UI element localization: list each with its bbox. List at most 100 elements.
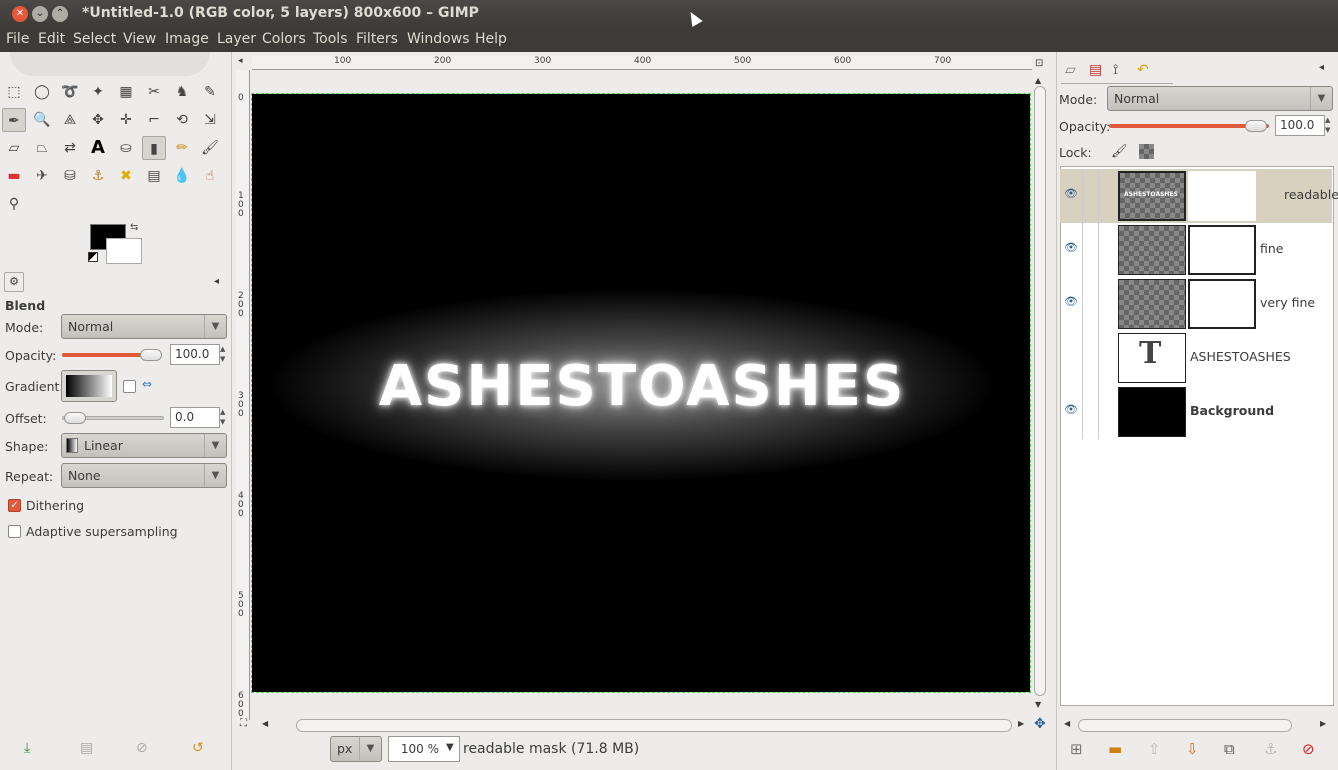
duplicate-layer-icon[interactable]: ⧉ xyxy=(1224,740,1235,758)
bucket-fill-icon[interactable]: ⛀ xyxy=(114,136,138,160)
new-layer-group-icon[interactable]: ▬ xyxy=(1108,740,1122,758)
zoom-icon[interactable]: 🔍 xyxy=(30,108,54,132)
layer-mode-combo[interactable]: Normal ▼ xyxy=(1107,86,1333,111)
scroll-right-icon[interactable]: ▶ xyxy=(1320,719,1326,728)
heal-icon[interactable]: ✖ xyxy=(114,164,138,188)
blur-icon[interactable]: 💧 xyxy=(170,164,194,188)
menu-windows[interactable]: Windows xyxy=(407,31,470,47)
offset-input[interactable]: 0.0 xyxy=(170,407,220,428)
reset-options-icon[interactable]: ↺ xyxy=(192,740,204,756)
lower-layer-icon[interactable]: ⇩ xyxy=(1186,740,1199,758)
layer-opacity-slider-handle[interactable] xyxy=(1245,120,1267,132)
scissors-icon[interactable]: ✂ xyxy=(142,80,166,104)
repeat-combo[interactable]: None ▼ xyxy=(61,463,227,488)
scale-icon[interactable]: ⇲ xyxy=(198,108,222,132)
mode-combo[interactable]: Normal ▼ xyxy=(61,314,227,339)
blend-icon[interactable]: ▮ xyxy=(142,136,166,160)
background-color-swatch[interactable] xyxy=(106,238,142,264)
minimize-window-button[interactable]: ⌄ xyxy=(32,6,48,22)
text-tool-icon[interactable]: A xyxy=(86,136,110,160)
scroll-left-icon[interactable]: ◀ xyxy=(1064,719,1070,728)
visibility-eye-icon[interactable]: 👁 xyxy=(1064,241,1078,254)
offset-spin-arrows-icon[interactable]: ▲ ▼ xyxy=(220,407,225,427)
opacity-input[interactable]: 100.0 xyxy=(170,344,220,365)
tab-undo-icon[interactable]: ↶ xyxy=(1137,62,1149,78)
visibility-eye-icon[interactable]: 👁 xyxy=(1064,295,1078,308)
layer-opacity-input[interactable]: 100.0 xyxy=(1275,115,1325,136)
eraser-icon[interactable]: ▬ xyxy=(2,164,26,188)
foreground-select-icon[interactable]: ♞ xyxy=(170,80,194,104)
tab-paths-icon[interactable]: ⟟ xyxy=(1113,62,1118,78)
ellipse-select-icon[interactable]: ◯ xyxy=(30,80,54,104)
save-options-icon[interactable]: ⤓ xyxy=(24,740,30,756)
horizontal-scroll-thumb[interactable] xyxy=(296,719,1012,732)
lock-pixels-icon[interactable]: 🖌 xyxy=(1111,144,1128,159)
ink-icon[interactable]: ⛁ xyxy=(58,164,82,188)
visibility-eye-icon[interactable]: 👁 xyxy=(1064,187,1078,200)
rect-select-icon[interactable]: ⬚ xyxy=(2,80,26,104)
menu-filters[interactable]: Filters xyxy=(356,31,398,47)
airbrush-icon[interactable]: ✈ xyxy=(30,164,54,188)
flip-icon[interactable]: ⇄ xyxy=(58,136,82,160)
tool-options-tab-icon[interactable]: ⚙ xyxy=(4,272,24,292)
crop-icon[interactable]: ⌐ xyxy=(142,108,166,132)
raise-layer-icon[interactable]: ⇧ xyxy=(1148,740,1161,758)
layer-row[interactable]: 👁 very fine xyxy=(1060,277,1332,331)
free-select-icon[interactable]: ➰ xyxy=(58,80,82,104)
offset-slider-handle[interactable] xyxy=(64,412,86,424)
paintbrush-icon[interactable]: 🖌 xyxy=(198,136,222,160)
opacity-slider-handle[interactable] xyxy=(140,349,162,361)
tab-menu-icon[interactable]: ◂ xyxy=(1319,62,1324,73)
menu-view[interactable]: View xyxy=(123,31,156,47)
adaptive-supersampling-checkbox[interactable] xyxy=(8,525,21,538)
color-picker-icon[interactable]: ✒ xyxy=(2,108,26,132)
close-window-button[interactable]: ✕ xyxy=(12,6,28,22)
layer-row[interactable]: 👁 fine xyxy=(1060,223,1332,277)
clone-icon[interactable]: ⚓ xyxy=(86,164,110,188)
shape-combo[interactable]: Linear ▼ xyxy=(61,433,227,458)
perspective-clone-icon[interactable]: ▤ xyxy=(142,164,166,188)
vertical-scroll-thumb[interactable] xyxy=(1034,86,1046,696)
reset-colors-icon[interactable] xyxy=(88,252,98,262)
align-icon[interactable]: ✛ xyxy=(114,108,138,132)
tab-layers-icon[interactable]: ▤ xyxy=(1089,62,1102,78)
maximize-window-button[interactable]: ⌃ xyxy=(52,6,68,22)
scroll-down-icon[interactable]: ▼ xyxy=(1035,700,1041,709)
menu-edit[interactable]: Edit xyxy=(38,31,65,47)
shear-icon[interactable]: ▱ xyxy=(2,136,26,160)
chevron-down-icon[interactable]: ▼ xyxy=(446,742,454,753)
delete-layer-icon[interactable]: ⊘ xyxy=(1302,740,1315,758)
scroll-right-icon[interactable]: ▶ xyxy=(1018,719,1024,728)
opacity-spin-arrows-icon[interactable]: ▲ ▼ xyxy=(220,344,225,364)
restore-options-icon[interactable]: ▤ xyxy=(80,740,93,756)
delete-options-icon[interactable]: ⊘ xyxy=(136,740,148,756)
tab-tool-options-icon[interactable]: ▱ xyxy=(1065,62,1076,78)
layers-horizontal-scrollbar[interactable]: ◀ ▶ xyxy=(1060,718,1332,734)
layers-scroll-thumb[interactable] xyxy=(1078,719,1292,732)
gradient-button[interactable] xyxy=(61,370,117,402)
fuzzy-select-icon[interactable]: ✦ xyxy=(86,80,110,104)
navigate-corner-icon[interactable]: ⛶ xyxy=(240,718,247,729)
perspective-icon[interactable]: ⏢ xyxy=(30,136,54,160)
vertical-scrollbar[interactable]: ▲ ▼ xyxy=(1033,70,1047,710)
color-select-icon[interactable]: ▦ xyxy=(114,80,138,104)
layer-row[interactable]: T ASHESTOASHES xyxy=(1060,331,1332,385)
image-canvas[interactable]: ASHESTOASHES xyxy=(251,93,1031,693)
swap-colors-icon[interactable]: ⇆ xyxy=(130,222,138,233)
menu-file[interactable]: File xyxy=(6,31,29,47)
layer-row[interactable]: 👁 ASHESTOASHES readable xyxy=(1060,169,1338,223)
layer-row[interactable]: 👁 Background xyxy=(1060,385,1332,439)
measure-icon[interactable]: ⟁ xyxy=(58,108,82,132)
menu-layer[interactable]: Layer xyxy=(217,31,256,47)
dodge-burn-icon[interactable]: ⚲ xyxy=(2,192,26,216)
menu-tools[interactable]: Tools xyxy=(313,31,348,47)
layer-opacity-spin-arrows-icon[interactable]: ▲ ▼ xyxy=(1325,115,1330,135)
lock-alpha-icon[interactable] xyxy=(1139,144,1154,159)
new-layer-icon[interactable]: ⊞ xyxy=(1070,740,1083,758)
rotate-icon[interactable]: ⟲ xyxy=(170,108,194,132)
reverse-gradient-checkbox[interactable] xyxy=(123,380,136,393)
dithering-checkbox[interactable]: ✓ xyxy=(8,499,21,512)
pencil-icon[interactable]: ✏ xyxy=(170,136,194,160)
move-icon[interactable]: ✥ xyxy=(86,108,110,132)
visibility-eye-icon[interactable]: 👁 xyxy=(1064,403,1078,416)
